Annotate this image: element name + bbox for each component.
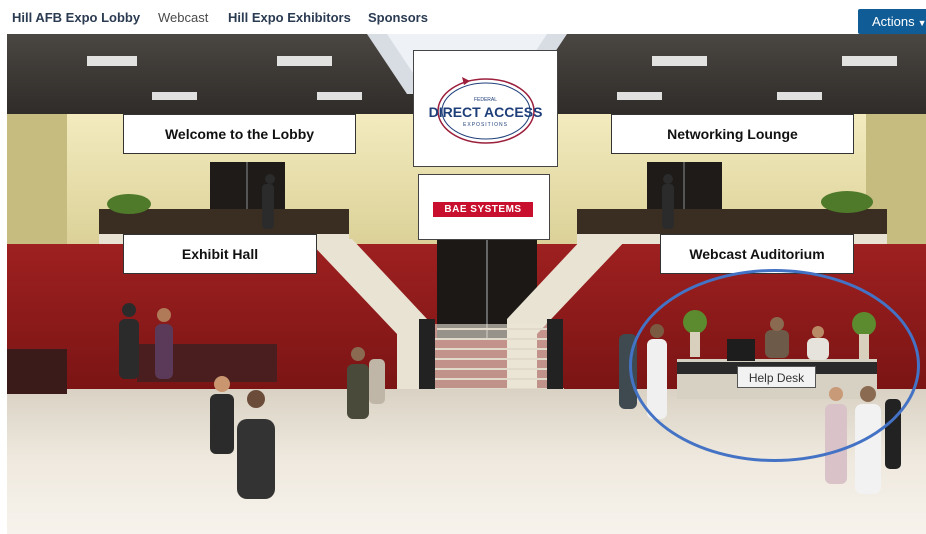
- logo-main-text: DIRECT ACCESS: [428, 104, 543, 120]
- sign-exhibit-hall[interactable]: Exhibit Hall: [123, 234, 317, 274]
- sponsor-logo-direct-access[interactable]: FEDERAL DIRECT ACCESS EXPOSITIONS: [413, 50, 558, 167]
- chevron-down-icon: ▼: [917, 18, 926, 28]
- logo-top-text: FEDERAL: [473, 97, 498, 103]
- nav-link-webcast[interactable]: Webcast: [158, 10, 208, 25]
- nav-link-sponsors[interactable]: Sponsors: [368, 10, 428, 25]
- actions-label: Actions: [872, 14, 915, 29]
- top-navigation-bar: Hill AFB Expo Lobby Webcast Hill Expo Ex…: [0, 0, 926, 34]
- logo-sub-text: EXPOSITIONS: [463, 122, 508, 128]
- help-desk-tooltip[interactable]: Help Desk: [737, 366, 816, 388]
- sponsor-logo-bae[interactable]: BAE SYSTEMS: [418, 174, 550, 240]
- actions-dropdown-button[interactable]: Actions ▼: [858, 9, 926, 34]
- bae-systems-logo: BAE SYSTEMS: [433, 202, 533, 217]
- sign-networking-lounge[interactable]: Networking Lounge: [611, 114, 854, 154]
- nav-link-exhibitors[interactable]: Hill Expo Exhibitors: [228, 10, 351, 25]
- sign-welcome-lobby[interactable]: Welcome to the Lobby: [123, 114, 356, 154]
- virtual-lobby-scene: Welcome to the Lobby Networking Lounge E…: [7, 34, 926, 534]
- sign-webcast-auditorium[interactable]: Webcast Auditorium: [660, 234, 854, 274]
- nav-link-expo-lobby[interactable]: Hill AFB Expo Lobby: [12, 10, 140, 25]
